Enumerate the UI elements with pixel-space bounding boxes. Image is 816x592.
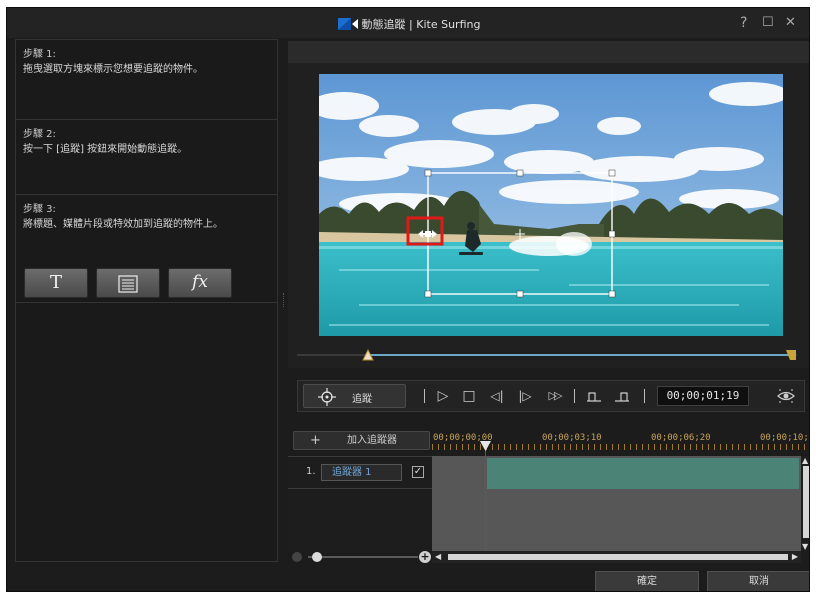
media-overlay-icon [118,275,138,293]
scrollbar-thumb[interactable] [803,466,809,538]
previous-frame-button[interactable]: ◁| [486,387,508,405]
mark-out-icon[interactable] [612,387,632,405]
preview-eye-icon[interactable] [777,388,795,404]
add-effect-button[interactable]: fx [168,268,232,298]
zoom-out-icon[interactable] [292,552,302,562]
motion-tracker-window: 動態追蹤 | Kite Surfing ? ☐ ✕ 步驟 1: 拖曳選取方塊來標… [6,7,810,592]
add-tracker-label: 加入追蹤器 [347,435,397,446]
scroll-left-icon[interactable]: ◀ [435,551,441,563]
next-frame-button[interactable]: |▷ [514,387,536,405]
app-logo-icon [337,18,358,30]
separator [574,389,575,403]
window-title: 動態追蹤 | Kite Surfing [7,16,809,32]
range-end-handle[interactable] [786,349,796,361]
ruler-label: 00;00;10; [760,433,809,443]
mark-in-icon[interactable] [584,387,604,405]
scroll-down-icon[interactable]: ▼ [802,542,808,551]
tracker-list: 1. 追蹤器 1 ✓ [288,456,432,551]
tracker-name[interactable]: 追蹤器 1 [321,464,402,481]
timecode-display[interactable]: 00;00;01;19 [657,386,749,406]
stop-button[interactable]: □ [461,387,477,405]
plus-icon: + [310,433,321,448]
step-1-title: 步驟 1: [23,49,56,60]
separator [644,389,645,403]
ruler-label: 00;00;03;10 [542,433,602,443]
step-3-desc: 將標題、媒體片段或特效加到追蹤的物件上。 [23,219,223,230]
transport-bar: 追蹤 ▷ □ ◁| |▷ ▷▷ 00;00;01;19 [297,380,805,412]
scrollbar-thumb[interactable] [448,554,788,560]
track-button-label: 追蹤 [352,394,372,405]
playhead-line [485,441,486,553]
play-button[interactable]: ▷ [435,387,451,405]
tracker-row[interactable]: 1. 追蹤器 1 ✓ [288,456,432,489]
fast-forward-button[interactable]: ▷▷ [542,387,566,405]
step-2: 步驟 2: 按一下 [追蹤] 按鈕來開始動態追蹤。 [16,120,277,195]
timeline-zoom: + [288,551,432,563]
tracker-visible-checkbox[interactable]: ✓ [412,466,424,478]
cancel-button[interactable]: 取消 [707,571,809,591]
separator [424,389,425,403]
scroll-right-icon[interactable]: ▶ [792,551,798,563]
zoom-slider-knob[interactable] [312,552,322,562]
instructions-panel: 步驟 1: 拖曳選取方塊來標示您想要追蹤的物件。 步驟 2: 按一下 [追蹤] … [15,39,278,562]
horizontal-scrollbar[interactable]: ◀ ▶ [432,551,801,563]
add-title-button[interactable]: T [24,268,88,298]
step-2-title: 步驟 2: [23,129,56,140]
help-button[interactable]: ? [740,15,747,31]
window-title-text: 動態追蹤 | Kite Surfing [361,18,481,31]
track-button[interactable]: 追蹤 [303,384,406,408]
maximize-button[interactable]: ☐ [762,15,774,31]
scroll-up-icon[interactable]: ▲ [802,456,808,465]
step-2-desc: 按一下 [追蹤] 按鈕來開始動態追蹤。 [23,144,188,155]
tracker-clip[interactable] [487,458,799,489]
tracker-index: 1. [306,466,316,477]
range-start-handle[interactable] [362,349,374,361]
zoom-slider-track[interactable] [308,556,418,558]
title-bar: 動態追蹤 | Kite Surfing ? ☐ ✕ [7,8,809,38]
ruler-label: 00;00;06;20 [651,433,711,443]
close-button[interactable]: ✕ [785,15,796,31]
panel-splitter-handle[interactable] [283,293,285,307]
video-preview[interactable] [319,74,783,336]
step-1-desc: 拖曳選取方塊來標示您想要追蹤的物件。 [23,64,203,75]
zoom-in-icon[interactable]: + [419,551,431,563]
add-tracker-button[interactable]: + 加入追蹤器 [293,431,430,450]
preview-header [288,41,809,63]
vertical-scrollbar[interactable]: ▲ ▼ [801,456,809,551]
ok-button[interactable]: 確定 [595,571,699,591]
timeline-track-area[interactable] [432,456,801,551]
playhead-handle[interactable] [480,441,491,451]
add-media-overlay-button[interactable] [96,268,160,298]
range-selection [369,354,793,356]
crosshair-icon [318,388,336,406]
step-3-title: 步驟 3: [23,204,56,215]
step-1: 步驟 1: 拖曳選取方塊來標示您想要追蹤的物件。 [16,40,277,120]
